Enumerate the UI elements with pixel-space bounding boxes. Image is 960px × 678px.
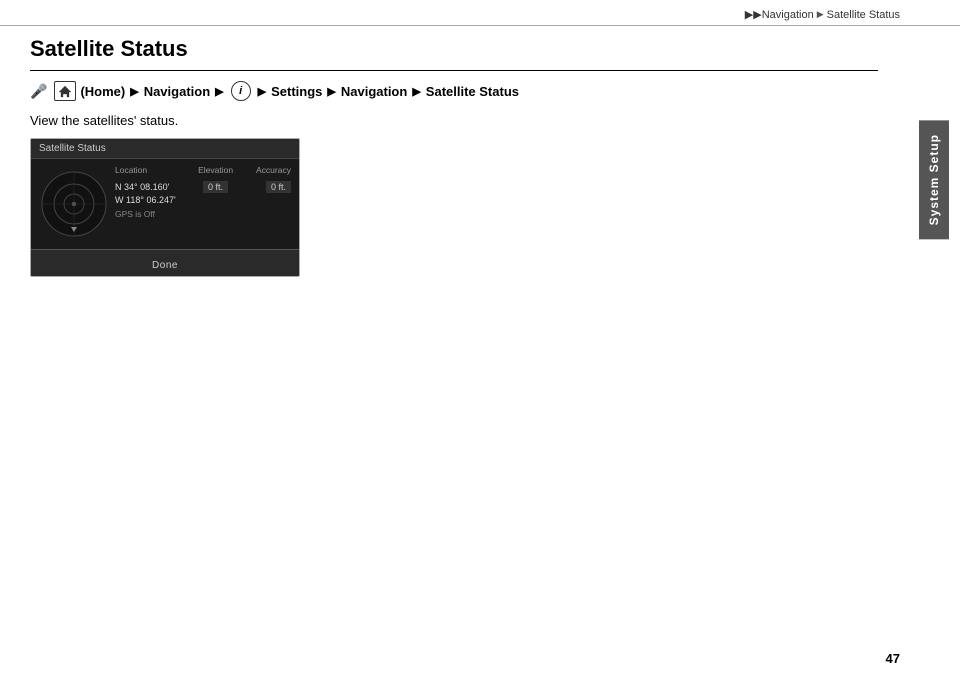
breadcrumb-settings: Settings (271, 84, 322, 99)
satellite-screen: Satellite Status (30, 138, 300, 277)
data-headers: Location Elevation Accuracy (115, 165, 291, 177)
data-values: N 34° 08.160' W 118° 06.247' 0 ft. 0 ft. (115, 181, 291, 206)
nav-breadcrumb: 🎤 (Home) ▶ Navigation ▶ i ▶ Settings ▶ N… (30, 81, 878, 101)
home-paren: (Home) (80, 84, 125, 99)
data-panel: Location Elevation Accuracy N 34° 08.160… (115, 165, 291, 243)
page-number: 47 (886, 651, 900, 666)
col-header-accuracy: Accuracy (241, 165, 291, 175)
arrow-2: ▶ (215, 85, 223, 98)
radar-area (39, 165, 109, 243)
arrow-4: ▶ (327, 85, 335, 98)
location-value: N 34° 08.160' W 118° 06.247' (115, 181, 190, 206)
home-icon[interactable] (54, 81, 76, 101)
page-title: Satellite Status (30, 36, 878, 71)
arrow-3: ▶ (258, 85, 266, 98)
col-header-elevation: Elevation (190, 165, 240, 175)
breadcrumb-nav-1: Navigation (144, 84, 210, 99)
screen-body: Location Elevation Accuracy N 34° 08.160… (31, 159, 299, 249)
sidebar-label: System Setup (919, 120, 949, 239)
accuracy-box: 0 ft. (266, 181, 291, 193)
arrow-5: ▶ (412, 85, 420, 98)
breadcrumb-satellite: Satellite Status (426, 84, 519, 99)
screen-title: Satellite Status (31, 139, 299, 159)
lat-value: N 34° 08.160' (115, 181, 190, 194)
mic-symbol: 🎤 (30, 83, 47, 100)
done-bar[interactable]: Done (31, 249, 299, 276)
main-content: Satellite Status 🎤 (Home) ▶ Navigation ▶… (0, 0, 908, 678)
gps-status: GPS is Off (115, 209, 291, 219)
elevation-box: 0 ft. (203, 181, 228, 193)
radar-svg (40, 170, 108, 238)
arrow-1: ▶ (130, 85, 138, 98)
right-sidebar: System Setup (908, 0, 960, 678)
done-button-label[interactable]: Done (152, 260, 178, 271)
accuracy-value: 0 ft. (241, 181, 291, 206)
breadcrumb-nav-2: Navigation (341, 84, 407, 99)
info-icon[interactable]: i (231, 81, 251, 101)
col-header-location: Location (115, 165, 190, 175)
elevation-value: 0 ft. (190, 181, 240, 206)
page-description: View the satellites' status. (30, 113, 878, 128)
lon-value: W 118° 06.247' (115, 194, 190, 207)
